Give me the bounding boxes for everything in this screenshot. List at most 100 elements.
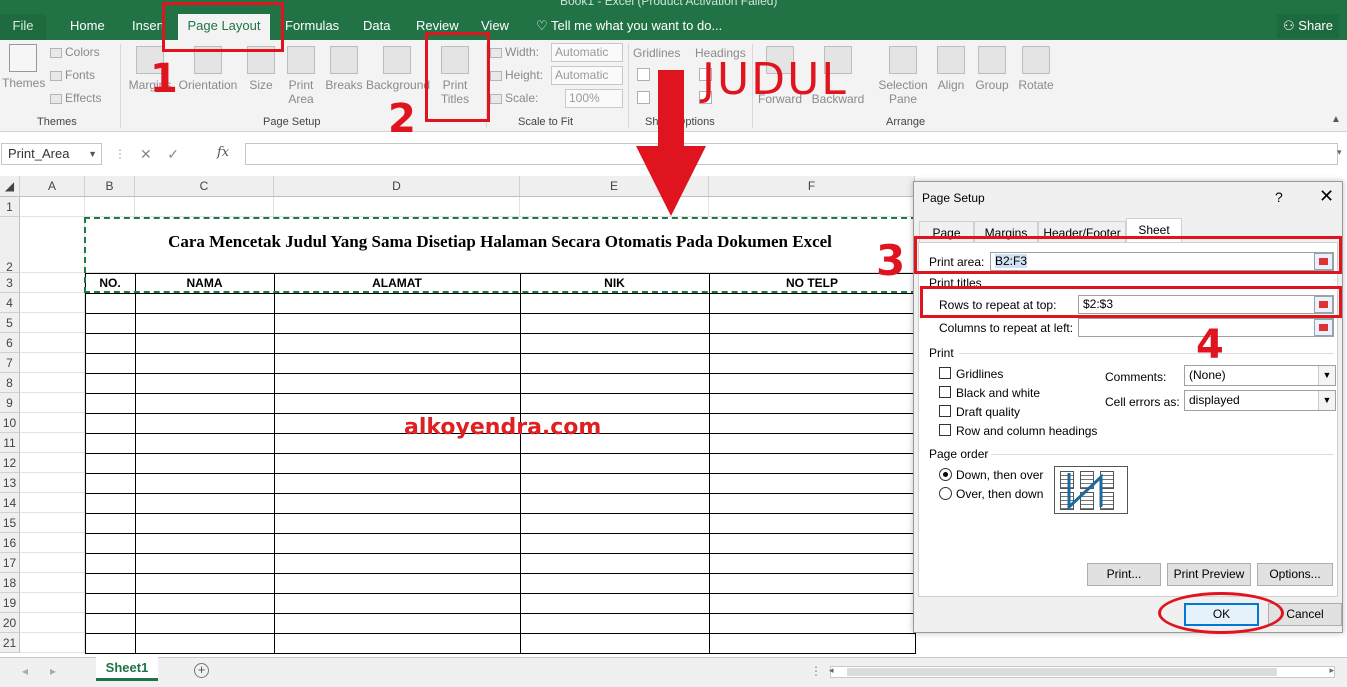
- cell[interactable]: [20, 293, 85, 313]
- cell[interactable]: [135, 593, 275, 614]
- cell[interactable]: [709, 453, 916, 474]
- tab-scroll-grip-icon[interactable]: ⋮: [810, 664, 822, 678]
- options-button[interactable]: Options...: [1257, 563, 1333, 586]
- cell[interactable]: [520, 293, 710, 314]
- cell[interactable]: [135, 633, 275, 654]
- over-then-down-radio[interactable]: [939, 487, 952, 500]
- cell[interactable]: [520, 333, 710, 354]
- cell[interactable]: [135, 493, 275, 514]
- cell[interactable]: [135, 533, 275, 554]
- share-button[interactable]: ⚇ Share: [1277, 14, 1339, 38]
- tab-file[interactable]: File: [0, 14, 46, 40]
- cell[interactable]: [709, 433, 916, 454]
- cell[interactable]: [85, 333, 136, 354]
- cell[interactable]: [274, 333, 521, 354]
- cell[interactable]: [709, 413, 916, 434]
- themes-button[interactable]: Themes: [2, 44, 45, 90]
- tab-data[interactable]: Data: [355, 14, 398, 40]
- cell[interactable]: [274, 553, 521, 574]
- cell[interactable]: [709, 533, 916, 554]
- draft-quality-checkbox[interactable]: [939, 405, 951, 417]
- cell[interactable]: [135, 453, 275, 474]
- down-then-over-radio[interactable]: [939, 468, 952, 481]
- name-box[interactable]: Print_Area ▼: [1, 143, 102, 165]
- cell[interactable]: [709, 293, 916, 314]
- cell[interactable]: [20, 633, 85, 653]
- cell[interactable]: [274, 197, 520, 217]
- orientation-button[interactable]: Orientation: [176, 46, 240, 92]
- cell[interactable]: [135, 333, 275, 354]
- cell[interactable]: [274, 353, 521, 374]
- cell[interactable]: [274, 473, 521, 494]
- cell[interactable]: [135, 553, 275, 574]
- cell[interactable]: [274, 493, 521, 514]
- sheet-tab-sheet1[interactable]: Sheet1: [96, 657, 158, 681]
- column-header[interactable]: B: [85, 176, 135, 197]
- cell[interactable]: [85, 433, 136, 454]
- cell[interactable]: [709, 633, 916, 654]
- cell[interactable]: [135, 353, 275, 374]
- column-header[interactable]: F: [709, 176, 915, 197]
- collapse-ribbon-icon[interactable]: ▲: [1331, 114, 1341, 125]
- black-white-checkbox[interactable]: [939, 386, 951, 398]
- cell[interactable]: [85, 353, 136, 374]
- cell[interactable]: [85, 473, 136, 494]
- cell[interactable]: [20, 553, 85, 573]
- cell[interactable]: [709, 553, 916, 574]
- cell[interactable]: [135, 513, 275, 534]
- cell[interactable]: [520, 373, 710, 394]
- cell[interactable]: [135, 473, 275, 494]
- cell[interactable]: [274, 513, 521, 534]
- cell[interactable]: [20, 593, 85, 613]
- column-header[interactable]: A: [20, 176, 85, 197]
- cell[interactable]: [20, 373, 85, 393]
- row-header[interactable]: 4: [0, 293, 20, 313]
- cell[interactable]: [85, 573, 136, 594]
- cell[interactable]: [85, 613, 136, 634]
- cell[interactable]: [274, 453, 521, 474]
- row-header[interactable]: 10: [0, 413, 20, 433]
- cell[interactable]: [274, 373, 521, 394]
- cell[interactable]: [20, 613, 85, 633]
- cell[interactable]: [520, 313, 710, 334]
- cell[interactable]: [135, 573, 275, 594]
- cell-errors-select[interactable]: displayed ▼: [1184, 390, 1336, 411]
- cell[interactable]: [20, 273, 85, 293]
- cell[interactable]: [85, 413, 136, 434]
- cell[interactable]: [709, 573, 916, 594]
- cell[interactable]: [520, 553, 710, 574]
- insert-function-icon[interactable]: fx: [217, 145, 229, 160]
- background-button[interactable]: Background: [366, 46, 430, 92]
- cell[interactable]: [709, 473, 916, 494]
- row-header[interactable]: 19: [0, 593, 20, 613]
- scrollbar-thumb[interactable]: [847, 668, 1277, 676]
- comments-select[interactable]: (None) ▼: [1184, 365, 1336, 386]
- cell[interactable]: [20, 313, 85, 333]
- row-header[interactable]: 7: [0, 353, 20, 373]
- close-icon[interactable]: ✕: [1319, 186, 1334, 207]
- effects-button[interactable]: Effects: [50, 91, 101, 105]
- cell[interactable]: [20, 393, 85, 413]
- cell[interactable]: [85, 513, 136, 534]
- cell[interactable]: [520, 633, 710, 654]
- cell[interactable]: [85, 313, 136, 334]
- cell[interactable]: [709, 197, 915, 217]
- row-header[interactable]: 12: [0, 453, 20, 473]
- print-area-button[interactable]: Print Area: [284, 46, 318, 106]
- cell[interactable]: [20, 333, 85, 353]
- cell[interactable]: [520, 513, 710, 534]
- row-header[interactable]: 21: [0, 633, 20, 653]
- horizontal-scrollbar[interactable]: ◂ ▸: [829, 665, 1335, 678]
- row-header[interactable]: 8: [0, 373, 20, 393]
- row-header[interactable]: 16: [0, 533, 20, 553]
- cell[interactable]: [20, 533, 85, 553]
- row-header[interactable]: 1: [0, 197, 20, 217]
- cell[interactable]: [709, 313, 916, 334]
- print-button[interactable]: Print...: [1087, 563, 1161, 586]
- cell[interactable]: [20, 513, 85, 533]
- help-icon[interactable]: ?: [1275, 189, 1283, 205]
- cell[interactable]: [85, 493, 136, 514]
- gridlines-view-checkbox[interactable]: [637, 68, 650, 81]
- cell[interactable]: [709, 593, 916, 614]
- row-header[interactable]: 14: [0, 493, 20, 513]
